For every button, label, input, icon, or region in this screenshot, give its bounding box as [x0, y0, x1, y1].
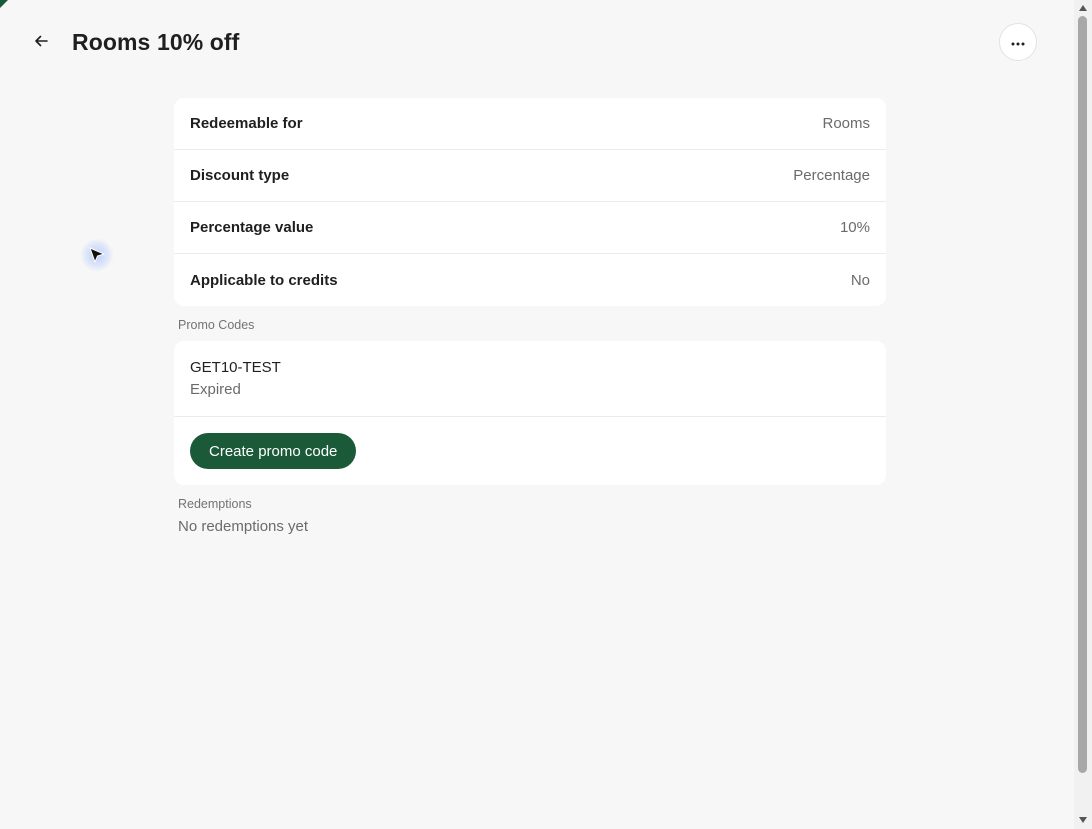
- vertical-scrollbar[interactable]: [1062, 0, 1092, 829]
- back-button[interactable]: [27, 29, 55, 57]
- mouse-cursor-icon: [80, 238, 114, 272]
- main-content: Redeemable for Rooms Discount type Perce…: [174, 98, 886, 535]
- detail-row-applicable-to-credits: Applicable to credits No: [174, 254, 886, 306]
- page-header: Rooms 10% off: [0, 0, 1062, 84]
- promo-codes-card: GET10-TEST Expired Create promo code: [174, 341, 886, 485]
- detail-value: Rooms: [822, 115, 870, 132]
- detail-value: Percentage: [793, 167, 870, 184]
- detail-label: Applicable to credits: [190, 271, 338, 289]
- detail-row-discount-type: Discount type Percentage: [174, 150, 886, 202]
- detail-value: 10%: [839, 219, 870, 236]
- detail-row-percentage-value: Percentage value 10%: [174, 202, 886, 254]
- redemptions-section-label: Redemptions: [178, 497, 252, 511]
- arrow-left-icon: [34, 34, 48, 53]
- promo-codes-section-label: Promo Codes: [178, 318, 255, 332]
- detail-label: Discount type: [190, 167, 290, 184]
- detail-value: No: [850, 271, 870, 289]
- app-viewport: Rooms 10% off Redeemable for Rooms Disco…: [0, 0, 1092, 829]
- promo-actions: Create promo code: [174, 417, 886, 485]
- detail-label: Percentage value: [190, 219, 314, 236]
- detail-row-redeemable-for: Redeemable for Rooms: [174, 98, 886, 150]
- detail-label: Redeemable for: [190, 115, 303, 132]
- promo-code-item[interactable]: GET10-TEST Expired: [174, 341, 886, 417]
- more-horizontal-icon: [1011, 33, 1025, 51]
- promo-code: GET10-TEST: [190, 359, 281, 376]
- details-card: Redeemable for Rooms Discount type Perce…: [174, 98, 886, 306]
- promo-status: Expired: [190, 381, 241, 398]
- page-title: Rooms 10% off: [72, 29, 240, 55]
- scroll-down-arrow-icon[interactable]: [1076, 814, 1090, 826]
- more-options-button[interactable]: [999, 23, 1037, 61]
- scroll-up-arrow-icon[interactable]: [1076, 2, 1090, 14]
- scroll-thumb[interactable]: [1078, 16, 1087, 773]
- redemptions-empty-text: No redemptions yet: [178, 518, 309, 535]
- create-promo-code-button[interactable]: Create promo code: [190, 433, 357, 469]
